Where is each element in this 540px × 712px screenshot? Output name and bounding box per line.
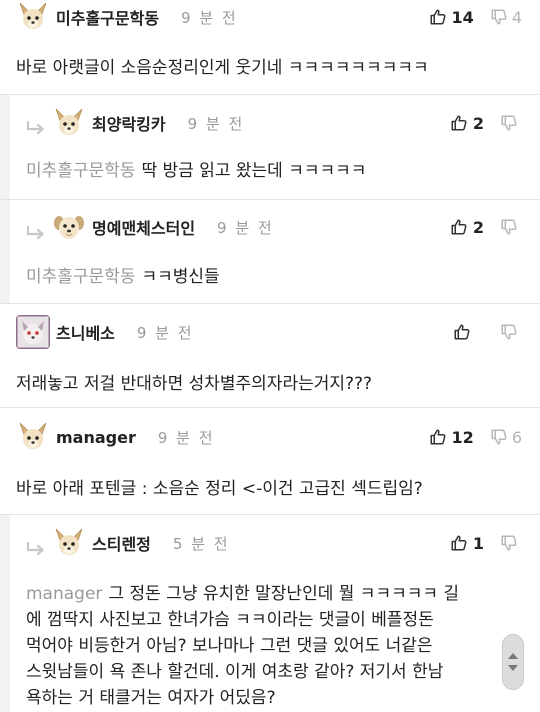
dog-avatar-icon[interactable] [52, 210, 86, 244]
thumbs-up-icon [453, 323, 471, 341]
downvote-count: 4 [511, 7, 522, 27]
reply-content: 명예맨체스터인 9 분 전 2 미추홀구문학동 ㅋㅋ병신들 [10, 200, 540, 303]
upvote-count: 2 [472, 113, 484, 133]
vote-group: 2 [450, 215, 522, 239]
comment-header: 미추홀구문학동 9 분 전 [16, 0, 238, 34]
comment: 미추홀구문학동 9 분 전 14 4 바로 아랫글이 소음순정리인게 웃기네 ㅋ… [0, 0, 540, 102]
comment: manager 9 분 전 12 6 바로 아래 포텐글 : 소음순 정리 <-… [0, 408, 540, 514]
timestamp: 9 분 전 [157, 428, 215, 447]
upvote-count: 12 [451, 427, 474, 447]
author-name[interactable]: manager [56, 428, 136, 447]
author-name[interactable]: 최양락킹카 [92, 111, 166, 135]
vote-group: 1 [450, 531, 522, 555]
comment-text: 바로 아랫글이 소음순정리인게 웃기네 ㅋㅋㅋㅋㅋㅋㅋㅋㅋ [16, 58, 429, 78]
mention[interactable]: 미추홀구문학동 [26, 161, 135, 181]
timestamp: 9 분 전 [217, 218, 274, 237]
dog-avatar-icon[interactable] [16, 0, 50, 34]
author-name[interactable]: 미추홀구문학동 [56, 5, 159, 29]
comment-text-content: ㅋㅋ병신들 [141, 267, 220, 287]
downvote-button[interactable] [500, 534, 522, 552]
dog-avatar-icon[interactable] [16, 315, 50, 349]
downvote-button[interactable]: 4 [490, 8, 522, 27]
upvote-count: 1 [472, 533, 484, 553]
thumbs-down-icon [490, 428, 508, 446]
comment-text-content: 딱 방금 읽고 왔는데 ㅋㅋㅋㅋㅋ [141, 161, 367, 181]
thumbs-down-icon [500, 323, 518, 341]
comment-text: 미추홀구문학동 딱 방금 읽고 왔는데 ㅋㅋㅋㅋㅋ [26, 158, 366, 184]
thumbs-up-icon [450, 534, 468, 552]
dog-avatar-icon[interactable] [52, 106, 86, 140]
downvote-button[interactable] [500, 114, 522, 132]
upvote-count: 14 [451, 7, 474, 27]
upvote-button[interactable] [453, 323, 484, 341]
scroll-up-arrow-icon [508, 653, 518, 659]
timestamp: 5 분 전 [172, 534, 230, 553]
comment-header: 츠니베소 9 분 전 [16, 315, 194, 349]
reply-content: 최양락킹카 9 분 전 2 미추홀구문학동 딱 방금 읽고 왔는데 ㅋㅋㅋㅋㅋ [10, 95, 540, 199]
upvote-button[interactable]: 14 [429, 8, 474, 27]
reply-arrow-icon [26, 226, 46, 240]
dog-avatar-icon[interactable] [16, 420, 50, 454]
timestamp: 9 분 전 [136, 323, 194, 342]
author-name[interactable]: 명예맨체스터인 [92, 215, 195, 239]
timestamp: 9 분 전 [181, 8, 238, 27]
reply-comment: 스티렌정 5 분 전 1 manager 그 정돈 그냥 유치한 말장난인데 뭘 … [0, 515, 540, 712]
vote-group: 12 6 [429, 425, 522, 449]
mention[interactable]: manager [26, 584, 102, 604]
downvote-button[interactable] [500, 218, 522, 236]
reply-arrow-icon [26, 542, 46, 556]
thumbs-down-icon [500, 218, 518, 236]
comment-line: 욕하는 거 태클거는 여자가 어딨음? [26, 688, 276, 708]
comment-header: 스티렌정 5 분 전 [52, 526, 230, 560]
upvote-button[interactable]: 2 [450, 218, 484, 237]
upvote-count: 2 [472, 217, 484, 237]
comment: 츠니베소 9 분 전 저래놓고 저걸 반대하면 성차별주의자라는거지??? [0, 304, 540, 406]
scroll-down-arrow-icon [508, 665, 518, 671]
comment-line: manager 그 정돈 그냥 유치한 말장난인데 뭘 ㅋㅋㅋㅋㅋ 길 [26, 581, 522, 607]
thumbs-down-icon [490, 8, 508, 26]
thumbs-up-icon [429, 8, 447, 26]
comment-text: 미추홀구문학동 ㅋㅋ병신들 [26, 264, 220, 290]
timestamp: 9 분 전 [187, 114, 245, 133]
thumbs-down-icon [500, 114, 518, 132]
vote-group: 14 4 [429, 5, 522, 29]
downvote-button[interactable]: 6 [490, 428, 522, 447]
downvote-count: 6 [511, 427, 522, 447]
comment-text: manager 그 정돈 그냥 유치한 말장난인데 뭘 ㅋㅋㅋㅋㅋ 길 에 껌딱지… [26, 581, 522, 711]
comment-line: 에 껌딱지 사진보고 한녀가슴 ㅋㅋ이라는 댓글이 베플정돈 [26, 610, 434, 630]
scroll-handle[interactable] [502, 634, 524, 690]
comment-line: 스윗남들이 욕 존나 할건데. 이게 여초랑 같아? 저기서 한남 [26, 662, 444, 682]
vote-group: 2 [450, 111, 522, 135]
comment-header: 최양락킹카 9 분 전 [52, 106, 244, 140]
author-name[interactable]: 츠니베소 [56, 320, 115, 344]
dog-avatar-icon[interactable] [52, 526, 86, 560]
reply-comment: 최양락킹카 9 분 전 2 미추홀구문학동 딱 방금 읽고 왔는데 ㅋㅋㅋㅋㅋ [0, 95, 540, 199]
comment-line: 먹어야 비등한거 아님? 보나마나 그런 댓글 있어도 너같은 [26, 636, 433, 656]
mention[interactable]: 미추홀구문학동 [26, 267, 135, 287]
comment-header: 명예맨체스터인 9 분 전 [52, 210, 274, 244]
downvote-button[interactable] [500, 323, 522, 341]
comment-text: 바로 아래 포텐글 : 소음순 정리 <-이건 고급진 섹드립임? [16, 479, 423, 499]
vote-group [453, 320, 522, 344]
comment-text-line: 그 정돈 그냥 유치한 말장난인데 뭘 ㅋㅋㅋㅋㅋ 길 [108, 584, 460, 604]
upvote-button[interactable]: 1 [450, 534, 484, 553]
reply-comment: 명예맨체스터인 9 분 전 2 미추홀구문학동 ㅋㅋ병신들 [0, 200, 540, 303]
thumbs-up-icon [429, 428, 447, 446]
comment-text: 저래놓고 저걸 반대하면 성차별주의자라는거지??? [16, 374, 373, 394]
thumbs-up-icon [450, 218, 468, 236]
thumbs-down-icon [500, 534, 518, 552]
reply-content: 스티렌정 5 분 전 1 manager 그 정돈 그냥 유치한 말장난인데 뭘 … [10, 515, 540, 712]
author-name[interactable]: 스티렌정 [92, 531, 151, 555]
comment-header: manager 9 분 전 [16, 420, 215, 454]
thumbs-up-icon [450, 114, 468, 132]
reply-arrow-icon [26, 121, 46, 135]
upvote-button[interactable]: 12 [429, 428, 474, 447]
upvote-button[interactable]: 2 [450, 114, 484, 133]
